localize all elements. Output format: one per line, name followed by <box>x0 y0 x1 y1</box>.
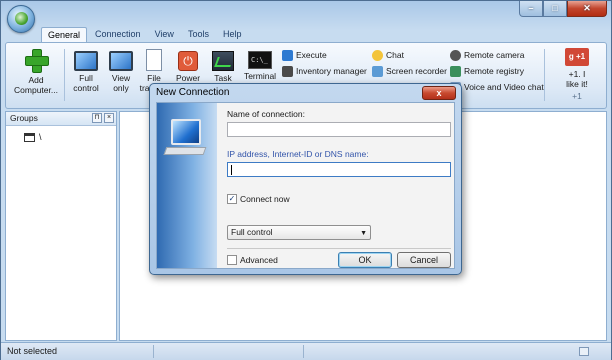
checkbox-checked-icon: ✓ <box>227 194 237 204</box>
remote-registry-label: Remote registry <box>464 66 524 76</box>
monitor-icon <box>109 51 133 71</box>
file-icon <box>146 49 162 71</box>
power-button[interactable]: ⏻ Power <box>172 47 204 83</box>
ip-address-label: IP address, Internet-ID or DNS name: <box>227 149 369 159</box>
view-only-label: View only <box>111 73 131 93</box>
tab-view[interactable]: View <box>149 27 180 43</box>
plus-one-label: +1. I like it! <box>566 69 588 89</box>
tree-item-label: \ <box>39 132 42 142</box>
voice-video-chat-label: Voice and Video chat <box>464 82 544 92</box>
execute-icon <box>282 49 293 61</box>
inventory-manager-button[interactable]: Inventory manager <box>282 65 367 77</box>
tab-tools[interactable]: Tools <box>182 27 215 43</box>
screen-recorder-button[interactable]: Screen recorder <box>372 65 447 77</box>
ribbon-divider <box>544 49 545 101</box>
advanced-checkbox[interactable]: Advanced <box>227 255 278 265</box>
app-logo-icon <box>15 12 28 25</box>
connection-mode-select[interactable]: Full control ▼ <box>227 225 371 240</box>
ribbon-divider <box>64 49 65 101</box>
screen-recorder-icon <box>372 65 383 77</box>
terminal-button[interactable]: C:\_ Terminal <box>242 47 278 81</box>
task-manager-button[interactable]: Task <box>208 47 238 83</box>
groups-title: Groups <box>10 113 38 123</box>
status-separator <box>153 345 154 358</box>
full-control-button[interactable]: Full control <box>70 47 102 93</box>
app-menu-button[interactable] <box>7 5 35 33</box>
task-manager-label: Task <box>214 73 232 83</box>
network-icon <box>24 132 35 142</box>
chat-icon <box>372 49 383 61</box>
dialog-body: Name of connection: IP address, Internet… <box>156 102 455 269</box>
remote-registry-button[interactable]: Remote registry <box>450 65 524 77</box>
ok-button[interactable]: OK <box>338 252 392 268</box>
power-label: Power <box>175 73 201 83</box>
full-control-label: Full control <box>73 73 99 93</box>
maximize-button[interactable]: □ <box>543 1 567 17</box>
plus-one-button[interactable]: g +1 +1. I like it! +1 <box>556 48 598 101</box>
screen-recorder-label: Screen recorder <box>386 66 447 76</box>
close-button[interactable]: ✕ <box>567 1 607 17</box>
tab-connection[interactable]: Connection <box>89 27 147 43</box>
dialog-close-button[interactable]: x <box>422 86 456 100</box>
close-panel-icon[interactable]: × <box>104 113 114 123</box>
execute-button[interactable]: Execute <box>282 49 327 61</box>
add-computer-label: Add Computer... <box>14 75 58 95</box>
groups-header: Groups ⊓ × <box>6 112 116 126</box>
remote-camera-button[interactable]: Remote camera <box>450 49 524 61</box>
terminal-label: Terminal <box>243 71 277 81</box>
connection-name-input[interactable] <box>227 122 451 137</box>
status-separator <box>303 345 304 358</box>
task-manager-icon <box>212 51 234 71</box>
dialog-banner <box>157 103 217 268</box>
add-computer-button[interactable]: Add Computer... <box>14 47 58 95</box>
terminal-icon: C:\_ <box>248 51 272 69</box>
view-only-button[interactable]: View only <box>106 47 136 93</box>
connect-now-label: Connect now <box>240 194 290 204</box>
voice-video-chat-button[interactable]: Voice and Video chat <box>450 81 544 93</box>
connection-mode-value: Full control <box>231 227 273 237</box>
window-controls: – □ ✕ <box>519 1 607 17</box>
groups-panel: Groups ⊓ × \ <box>5 111 117 341</box>
google-plus-icon: g +1 <box>565 48 589 66</box>
status-grip-icon <box>579 347 589 356</box>
remote-camera-label: Remote camera <box>464 50 525 60</box>
green-plus-icon <box>25 47 49 73</box>
dialog-title: New Connection <box>156 87 230 98</box>
advanced-label: Advanced <box>240 255 278 265</box>
plus-one-count: +1 <box>572 91 582 101</box>
status-bar: Not selected <box>1 342 611 360</box>
status-text: Not selected <box>7 346 58 356</box>
keyboard-icon <box>163 147 207 155</box>
minimize-button[interactable]: – <box>519 1 543 17</box>
inventory-manager-label: Inventory manager <box>296 66 367 76</box>
inventory-icon <box>282 65 293 77</box>
chat-button[interactable]: Chat <box>372 49 404 61</box>
new-connection-dialog: New Connection x Name of connection: IP … <box>149 83 462 275</box>
dialog-divider <box>227 248 451 249</box>
monitor-icon <box>74 51 98 71</box>
cancel-button[interactable]: Cancel <box>397 252 451 268</box>
connection-name-label: Name of connection: <box>227 109 305 119</box>
computer-icon <box>171 119 201 145</box>
registry-icon <box>450 65 461 77</box>
checkbox-unchecked-icon <box>227 255 237 265</box>
text-caret <box>231 164 232 175</box>
chevron-down-icon: ▼ <box>360 230 367 237</box>
tab-help[interactable]: Help <box>217 27 248 43</box>
ip-address-input[interactable] <box>227 162 451 177</box>
ribbon-tabs: General Connection View Tools Help <box>41 27 247 43</box>
title-bar: – □ ✕ <box>1 1 611 33</box>
execute-label: Execute <box>296 50 327 60</box>
chat-label: Chat <box>386 50 404 60</box>
pin-icon[interactable]: ⊓ <box>92 113 102 123</box>
camera-icon <box>450 49 461 61</box>
tree-item-root[interactable]: \ <box>24 132 42 142</box>
power-icon: ⏻ <box>178 51 198 71</box>
tab-general[interactable]: General <box>41 27 88 43</box>
connect-now-checkbox[interactable]: ✓ Connect now <box>227 194 290 204</box>
